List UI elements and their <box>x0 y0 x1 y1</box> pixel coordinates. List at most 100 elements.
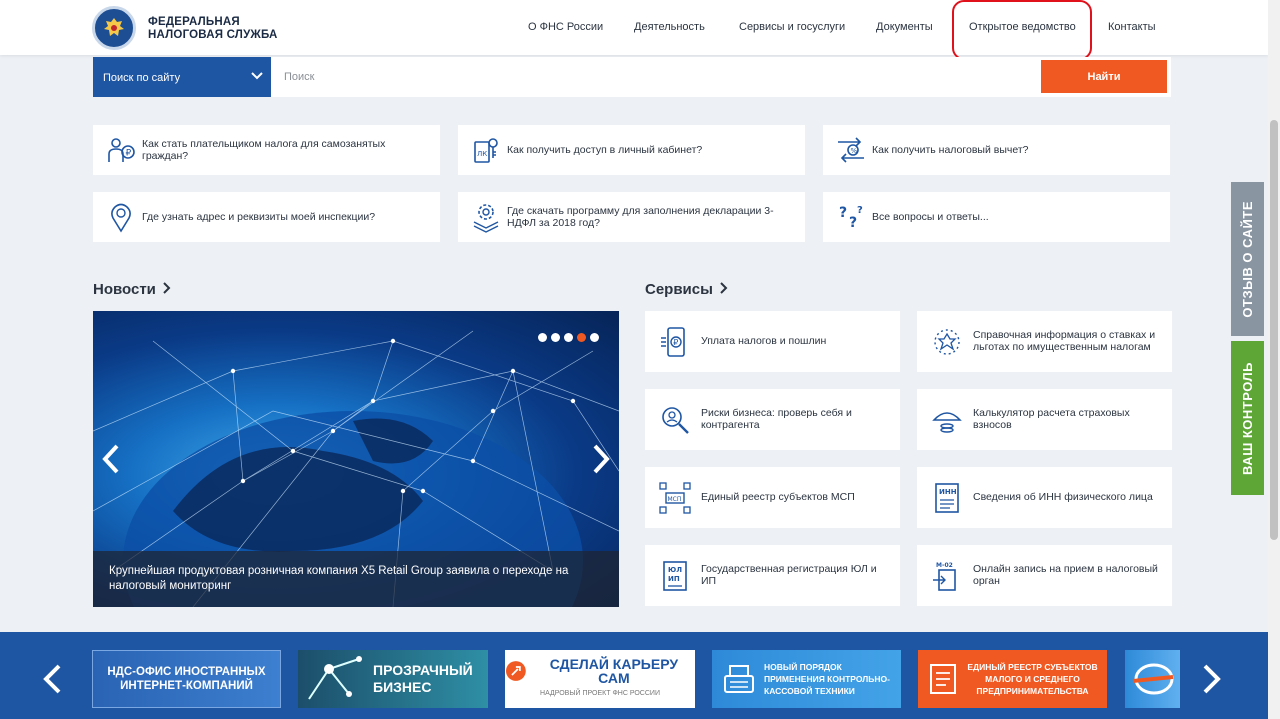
fns-emblem-icon[interactable] <box>92 6 136 50</box>
registration-document-icon: ЮЛИП <box>663 561 687 591</box>
search-input[interactable] <box>271 57 1171 97</box>
inn-document-icon: ИНН <box>935 483 959 513</box>
nav-documents[interactable]: Документы <box>876 21 933 33</box>
service-label: Единый реестр субъектов МСП <box>701 490 855 503</box>
magnifier-check-icon <box>662 407 689 434</box>
slider-dots <box>538 333 599 342</box>
personal-cabinet-icon: ЛК <box>474 138 498 163</box>
svg-text:?: ? <box>857 205 863 216</box>
service-label: Государственная регистрация ЮЛ и ИП <box>701 563 877 587</box>
banner-subtext: НАДРОВЫЙ ПРОЕКТ ФНС РОССИИ <box>540 690 660 697</box>
question-card-all-faq[interactable]: ??? Все вопросы и ответы... <box>823 192 1170 242</box>
msp-registry-icon: МСП <box>659 482 691 514</box>
svg-text:₽: ₽ <box>126 149 132 159</box>
tax-deduction-icon: % <box>838 137 864 163</box>
news-slider[interactable]: Крупнейшая продуктовая розничная компани… <box>93 311 619 607</box>
banner-text: СДЕЛАЙ КАРЬЕРУ САМ <box>549 656 679 686</box>
banner-career[interactable]: СДЕЛАЙ КАРЬЕРУ САМ НАДРОВЫЙ ПРОЕКТ ФНС Р… <box>505 650 695 708</box>
question-card-tax-deduction[interactable]: % Как получить налоговый вычет? <box>823 125 1170 175</box>
svg-text:?: ? <box>839 205 847 221</box>
your-control-tab-label: ВАШ КОНТРОЛЬ <box>1240 361 1255 475</box>
svg-text:ИП: ИП <box>668 575 680 583</box>
nav-about[interactable]: О ФНС России <box>528 21 603 33</box>
svg-text:ЮЛ: ЮЛ <box>668 566 682 574</box>
service-msp-registry[interactable]: МСП Единый реестр субъектов МСП <box>645 467 900 528</box>
svg-text:%: % <box>851 147 858 155</box>
appointment-door-icon: М-02 <box>933 562 956 591</box>
feedback-tab[interactable]: ОТЗЫВ О САЙТЕ <box>1231 182 1264 336</box>
news-section-title[interactable]: Новости <box>93 281 172 298</box>
banner-text: НДС-ОФИС ИНОСТРАННЫХ ИНТЕРНЕТ-КОМПАНИЙ <box>107 666 266 692</box>
swoosh-logo-icon <box>1132 663 1173 695</box>
banner-text: ПРОЗРАЧНЫЙ БИЗНЕС <box>373 662 473 695</box>
banner-vat-office[interactable]: НДС-ОФИС ИНОСТРАННЫХ ИНТЕРНЕТ-КОМПАНИЙ <box>92 650 281 708</box>
service-inn-info[interactable]: ИНН Сведения об ИНН физического лица <box>917 467 1172 528</box>
banner-text: ЕДИНЫЙ РЕЕСТР СУБЪЕКТОВ МАЛОГО И СРЕДНЕГ… <box>967 662 1098 696</box>
service-business-risks[interactable]: Риски бизнеса: проверь себя и контрагент… <box>645 389 900 450</box>
services-title-text: Сервисы <box>645 281 713 298</box>
question-text: Все вопросы и ответы... <box>872 211 989 223</box>
umbrella-coins-icon <box>932 412 962 433</box>
service-registration[interactable]: ЮЛ ИП Государственная регистрация ЮЛ и ИП <box>645 545 900 606</box>
banner-partial[interactable] <box>1125 650 1180 708</box>
chevron-down-icon <box>251 72 263 80</box>
phone-ruble-icon: ₽ <box>661 327 685 357</box>
chevron-right-icon <box>720 282 728 294</box>
search-scope-select[interactable]: Поиск по сайту <box>93 57 271 97</box>
news-caption[interactable]: Крупнейшая продуктовая розничная компани… <box>93 551 619 607</box>
question-marks-icon: ??? <box>839 205 863 231</box>
service-online-appointment[interactable]: М-02 Онлайн запись на прием в налоговый … <box>917 545 1172 606</box>
nav-activity[interactable]: Деятельность <box>634 21 705 33</box>
nav-contacts[interactable]: Контакты <box>1108 21 1156 33</box>
service-label: Сведения об ИНН физического лица <box>973 490 1153 503</box>
your-control-tab[interactable]: ВАШ КОНТРОЛЬ <box>1231 341 1264 495</box>
gear-stack-icon <box>473 204 499 233</box>
service-label: Риски бизнеса: проверь себя и контрагент… <box>701 407 852 431</box>
question-card-inspection-address[interactable]: Где узнать адрес и реквизиты моей инспек… <box>93 192 440 242</box>
svg-text:ЛК: ЛК <box>477 150 487 158</box>
rocket-icon <box>505 661 526 681</box>
slider-dot[interactable] <box>538 333 547 342</box>
question-card-personal-cabinet[interactable]: ЛК Как получить доступ в личный кабинет? <box>458 125 805 175</box>
slider-dot[interactable] <box>551 333 560 342</box>
question-card-selfemployed[interactable]: ₽ Как стать плательщиком налога для само… <box>93 125 440 175</box>
service-label: Справочная информация о ставках и льгота… <box>973 329 1156 353</box>
service-label: Онлайн запись на прием в налоговый орган <box>973 563 1158 587</box>
slider-dot-active[interactable] <box>577 333 586 342</box>
svg-text:₽: ₽ <box>673 338 678 347</box>
location-pin-icon <box>111 203 131 233</box>
service-label: Уплата налогов и пошлин <box>701 334 827 347</box>
registry-box-icon <box>930 664 956 694</box>
banner-cash-register[interactable]: НОВЫЙ ПОРЯДОК ПРИМЕНЕНИЯ КОНТРОЛЬНО-КАСС… <box>712 650 901 708</box>
service-tax-payment[interactable]: ₽ Уплата налогов и пошлин <box>645 311 900 372</box>
service-label: Калькулятор расчета страховых взносов <box>973 407 1130 431</box>
question-text: Где скачать программу для заполнения дек… <box>507 205 774 229</box>
slider-dot[interactable] <box>590 333 599 342</box>
service-insurance-calculator[interactable]: Калькулятор расчета страховых взносов <box>917 389 1172 450</box>
slider-prev-arrow-icon[interactable] <box>101 444 121 474</box>
services-section-title[interactable]: Сервисы <box>645 281 729 298</box>
banner-transparent-business[interactable]: ПРОЗРАЧНЫЙ БИЗНЕС <box>298 650 488 708</box>
highlight-annotation <box>952 0 1092 60</box>
slider-next-arrow-icon[interactable] <box>591 444 611 474</box>
scrollbar-thumb[interactable] <box>1270 120 1278 540</box>
nav-services[interactable]: Сервисы и госуслуги <box>739 21 845 33</box>
emblem-circle-icon <box>934 329 960 355</box>
question-card-declaration-program[interactable]: Где скачать программу для заполнения дек… <box>458 192 805 242</box>
service-property-tax-info[interactable]: Справочная информация о ставках и льгота… <box>917 311 1172 372</box>
search-button[interactable]: Найти <box>1041 60 1167 93</box>
banner-prev-arrow-icon[interactable] <box>41 664 63 694</box>
logo-line-2: НАЛОГОВАЯ СЛУЖБА <box>148 29 278 41</box>
question-text: Как получить налоговый вычет? <box>872 144 1029 156</box>
svg-text:?: ? <box>849 215 857 231</box>
logo-text[interactable]: ФЕДЕРАЛЬНАЯ НАЛОГОВАЯ СЛУЖБА <box>148 16 278 42</box>
network-graph-icon <box>308 656 362 700</box>
news-title-text: Новости <box>93 281 156 298</box>
slider-dot[interactable] <box>564 333 573 342</box>
chevron-right-icon <box>163 282 171 294</box>
logo-line-1: ФЕДЕРАЛЬНАЯ <box>148 16 240 28</box>
svg-text:ИНН: ИНН <box>939 488 957 496</box>
banner-sme-registry[interactable]: ЕДИНЫЙ РЕЕСТР СУБЪЕКТОВ МАЛОГО И СРЕДНЕГ… <box>918 650 1107 708</box>
self-employed-icon: ₽ <box>108 138 135 162</box>
banner-next-arrow-icon[interactable] <box>1201 664 1223 694</box>
